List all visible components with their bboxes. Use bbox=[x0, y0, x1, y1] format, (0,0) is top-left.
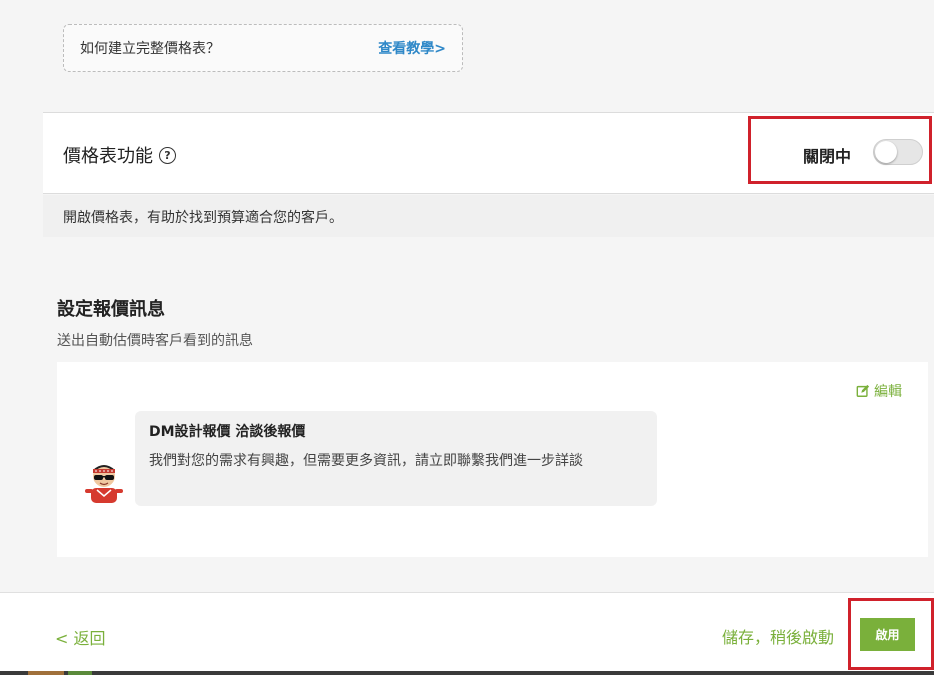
feature-title: 價格表功能 bbox=[63, 146, 153, 167]
bubble-text: 我們對您的需求有興趣，但需要更多資訊，請立即聯繫我們進一步詳談 bbox=[149, 453, 583, 469]
toggle-status-label: 關閉中 bbox=[803, 147, 852, 166]
edit-icon bbox=[856, 384, 870, 397]
feature-title-wrap: 價格表功能 ? bbox=[63, 142, 176, 168]
quote-message-title: 設定報價訊息 bbox=[57, 299, 165, 320]
avatar bbox=[85, 465, 123, 503]
taskbar-item bbox=[28, 671, 64, 675]
view-tutorial-link[interactable]: 查看教學> bbox=[378, 38, 446, 58]
back-link[interactable]: < 返回 bbox=[55, 625, 106, 649]
tutorial-box: 如何建立完整價格表？ 查看教學> bbox=[63, 24, 463, 72]
price-list-toggle[interactable] bbox=[873, 139, 923, 165]
quote-message-subtitle: 送出自動估價時客戶看到的訊息 bbox=[57, 333, 253, 349]
enable-button[interactable]: 啟用 bbox=[860, 618, 915, 651]
tutorial-question: 如何建立完整價格表？ bbox=[80, 41, 220, 57]
bubble-title: DM設計報價 洽談後報價 bbox=[149, 424, 306, 440]
help-icon[interactable]: ? bbox=[159, 146, 176, 164]
feature-description: 開啟價格表，有助於找到預算適合您的客戶。 bbox=[63, 210, 343, 226]
edit-label: 編輯 bbox=[874, 384, 902, 400]
toggle-knob bbox=[875, 141, 897, 163]
taskbar-item bbox=[68, 671, 92, 675]
message-bubble: DM設計報價 洽談後報價 我們對您的需求有興趣，但需要更多資訊，請立即聯繫我們進… bbox=[135, 411, 657, 506]
edit-button[interactable]: 編輯 bbox=[856, 381, 902, 401]
taskbar-strip bbox=[0, 671, 934, 675]
save-later-link[interactable]: 儲存，稍後啟動 bbox=[722, 624, 834, 648]
